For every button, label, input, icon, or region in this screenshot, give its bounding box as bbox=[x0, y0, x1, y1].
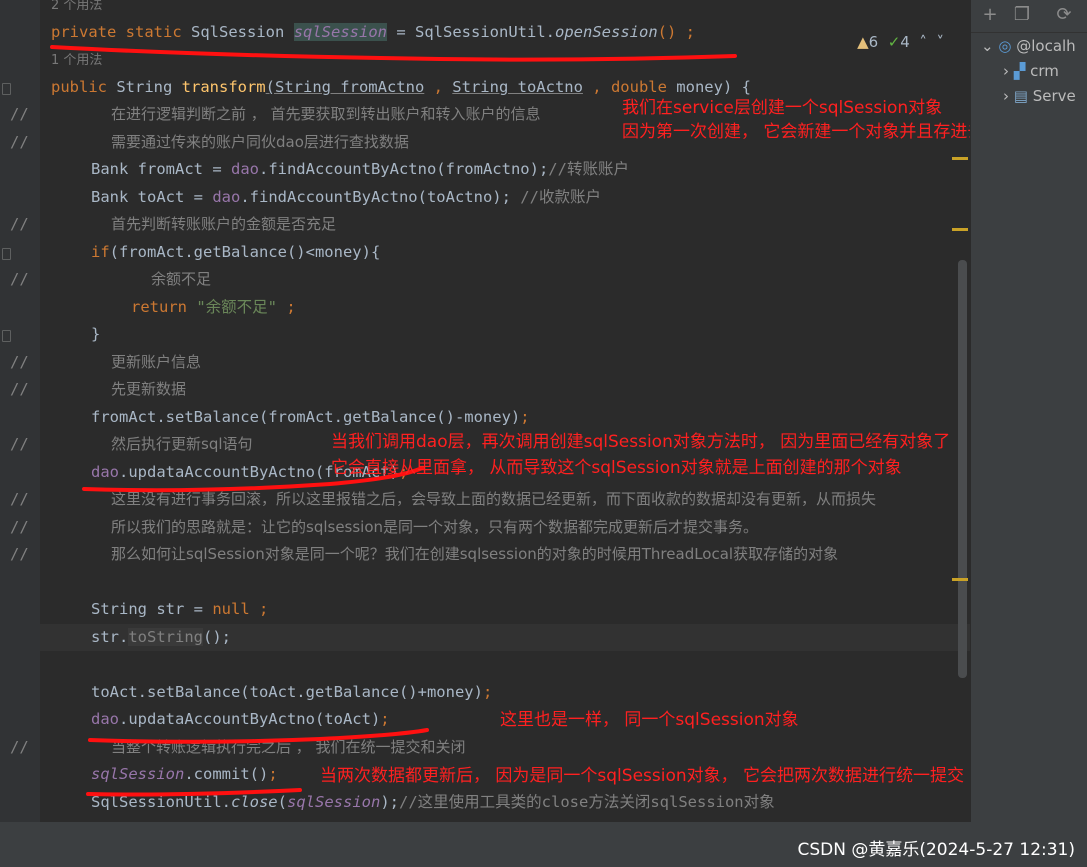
database-panel[interactable]: + ❐ ⟳ ⌄ ◎ @localh › ▞ crm › ▤ Serve bbox=[970, 0, 1087, 822]
tree-label: crm bbox=[1030, 62, 1059, 80]
tree-item-datasource[interactable]: ⌄ ◎ @localh bbox=[981, 34, 1076, 58]
database-icon: ◎ bbox=[998, 37, 1012, 55]
tree-label: @localh bbox=[1016, 37, 1076, 55]
tree-label: Serve bbox=[1032, 87, 1076, 105]
server-icon: ▤ bbox=[1013, 87, 1028, 105]
schema-icon: ▞ bbox=[1013, 62, 1026, 80]
chevron-down-icon[interactable]: ⌄ bbox=[981, 37, 994, 55]
chevron-right-icon[interactable]: › bbox=[1003, 62, 1009, 80]
annotation-note: 我们在service层创建一个sqlSession对象 bbox=[622, 98, 943, 118]
add-icon[interactable]: + bbox=[979, 4, 1001, 26]
copy-icon[interactable]: ❐ bbox=[1011, 4, 1033, 26]
tree-item-server[interactable]: › ▤ Serve bbox=[1003, 84, 1076, 108]
tree-item-crm[interactable]: › ▞ crm bbox=[1003, 59, 1059, 83]
refresh-icon[interactable]: ⟳ bbox=[1053, 4, 1075, 26]
annotation-note: 它会直接从里面拿， 从而导致这个sqlSession对象就是上面创建的那个对象 bbox=[331, 458, 902, 478]
annotation-note: 当我们调用dao层，再次调用创建sqlSession对象方法时， 因为里面已经有… bbox=[331, 432, 951, 452]
annotation-note: 当两次数据都更新后， 因为是同一个sqlSession对象， 它会把两次数据进行… bbox=[320, 766, 965, 786]
annotation-note: 因为第一次创建， 它会新建一个对象并且存进去 bbox=[622, 122, 985, 142]
watermark: CSDN @黄嘉乐(2024-5-27 12:31) bbox=[797, 840, 1075, 860]
annotation-note: 这里也是一样， 同一个sqlSession对象 bbox=[500, 710, 799, 730]
chevron-right-icon[interactable]: › bbox=[1003, 87, 1009, 105]
panel-toolbar: + ❐ ⟳ bbox=[971, 0, 1087, 33]
